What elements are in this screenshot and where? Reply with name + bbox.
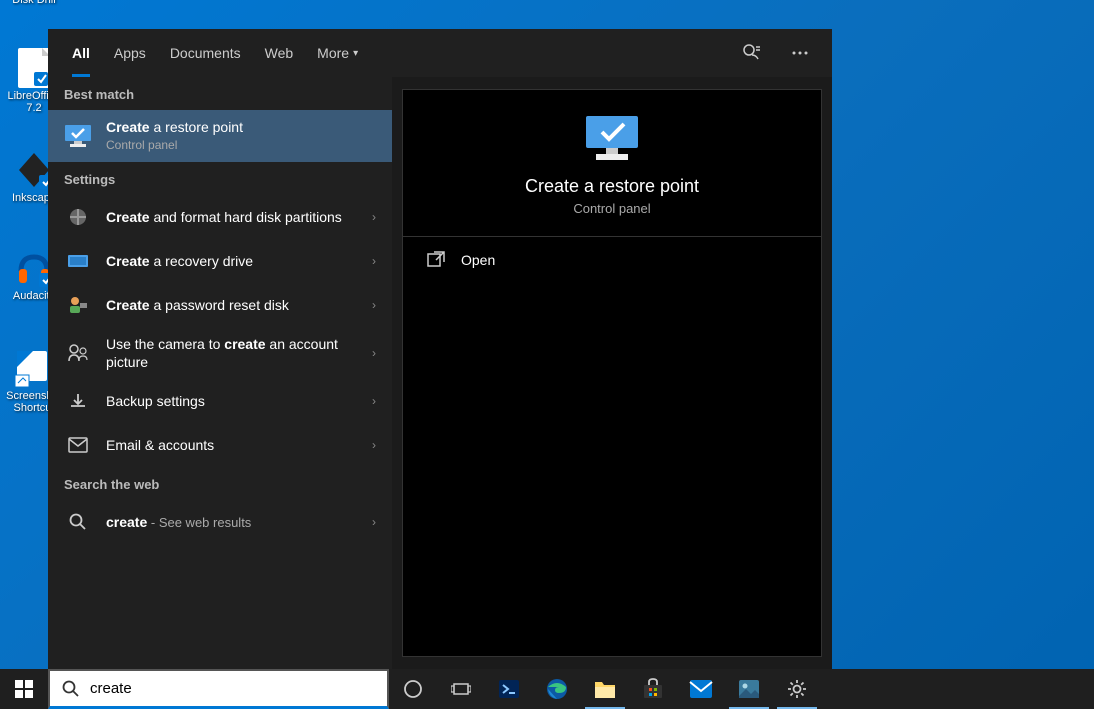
result-settings-2[interactable]: Create a password reset disk ›: [48, 283, 392, 327]
search-input[interactable]: [90, 680, 375, 697]
mail-icon: [689, 679, 713, 699]
photos-icon: [737, 678, 761, 700]
results-column: Best match Create a restore point Contro…: [48, 77, 392, 669]
taskbar-store[interactable]: [629, 669, 677, 709]
powershell-icon: [497, 677, 521, 701]
backup-icon: [64, 387, 92, 415]
preview-subtitle: Control panel: [573, 201, 650, 216]
section-search-web: Search the web: [48, 467, 392, 500]
taskbar-search-box[interactable]: [48, 669, 389, 709]
section-settings: Settings: [48, 162, 392, 195]
result-best-match[interactable]: Create a restore point Control panel: [48, 110, 392, 162]
account-picture-icon: [64, 339, 92, 367]
result-settings-4[interactable]: Backup settings ›: [48, 379, 392, 423]
folder-icon: [593, 678, 617, 700]
edge-icon: [545, 677, 569, 701]
taskbar-file-explorer[interactable]: [581, 669, 629, 709]
open-icon: [427, 251, 445, 269]
tab-all[interactable]: All: [60, 29, 102, 77]
start-button[interactable]: [0, 669, 48, 709]
taskbar: [0, 669, 1094, 709]
chevron-down-icon: ▾: [353, 48, 358, 59]
result-web-0[interactable]: create - See web results ›: [48, 500, 392, 544]
chevron-right-icon: ›: [372, 254, 376, 268]
chevron-right-icon: ›: [372, 394, 376, 408]
chevron-right-icon: ›: [372, 515, 376, 529]
partition-icon: [64, 203, 92, 231]
monitor-check-icon: [64, 122, 92, 150]
result-settings-0[interactable]: Create and format hard disk partitions ›: [48, 195, 392, 239]
taskbar-edge[interactable]: [533, 669, 581, 709]
tab-web[interactable]: Web: [253, 29, 306, 77]
preview-open-action[interactable]: Open: [403, 237, 821, 283]
password-reset-icon: [64, 291, 92, 319]
taskbar-mail[interactable]: [677, 669, 725, 709]
monitor-check-icon: [582, 114, 642, 164]
search-panel: All Apps Documents Web More▾ Best match …: [48, 29, 832, 669]
gear-icon: [786, 678, 808, 700]
taskview-icon: [451, 679, 471, 699]
desktop-icon-diskdrill[interactable]: Disk Drill: [10, 0, 58, 6]
chevron-right-icon: ›: [372, 210, 376, 224]
feedback-icon[interactable]: [732, 33, 772, 73]
result-settings-3[interactable]: Use the camera to create an account pict…: [48, 327, 392, 379]
taskbar-powershell[interactable]: [485, 669, 533, 709]
email-accounts-icon: [64, 431, 92, 459]
search-tabs: All Apps Documents Web More▾: [48, 29, 832, 77]
tab-apps[interactable]: Apps: [102, 29, 158, 77]
taskbar-settings[interactable]: [773, 669, 821, 709]
search-icon: [64, 508, 92, 536]
taskbar-photos[interactable]: [725, 669, 773, 709]
preview-title: Create a restore point: [525, 176, 699, 197]
result-settings-5[interactable]: Email & accounts ›: [48, 423, 392, 467]
windows-icon: [15, 680, 33, 698]
section-best-match: Best match: [48, 77, 392, 110]
tab-more[interactable]: More▾: [305, 29, 370, 77]
result-settings-1[interactable]: Create a recovery drive ›: [48, 239, 392, 283]
chevron-right-icon: ›: [372, 438, 376, 452]
preview-column: Create a restore point Control panel Ope…: [392, 77, 832, 669]
cortana-icon: [403, 679, 423, 699]
chevron-right-icon: ›: [372, 346, 376, 360]
chevron-right-icon: ›: [372, 298, 376, 312]
taskbar-cortana[interactable]: [389, 669, 437, 709]
recovery-drive-icon: [64, 247, 92, 275]
search-icon: [62, 680, 80, 698]
options-icon[interactable]: [780, 33, 820, 73]
document-icon: [16, 48, 52, 88]
taskbar-taskview[interactable]: [437, 669, 485, 709]
tab-documents[interactable]: Documents: [158, 29, 253, 77]
store-icon: [641, 677, 665, 701]
